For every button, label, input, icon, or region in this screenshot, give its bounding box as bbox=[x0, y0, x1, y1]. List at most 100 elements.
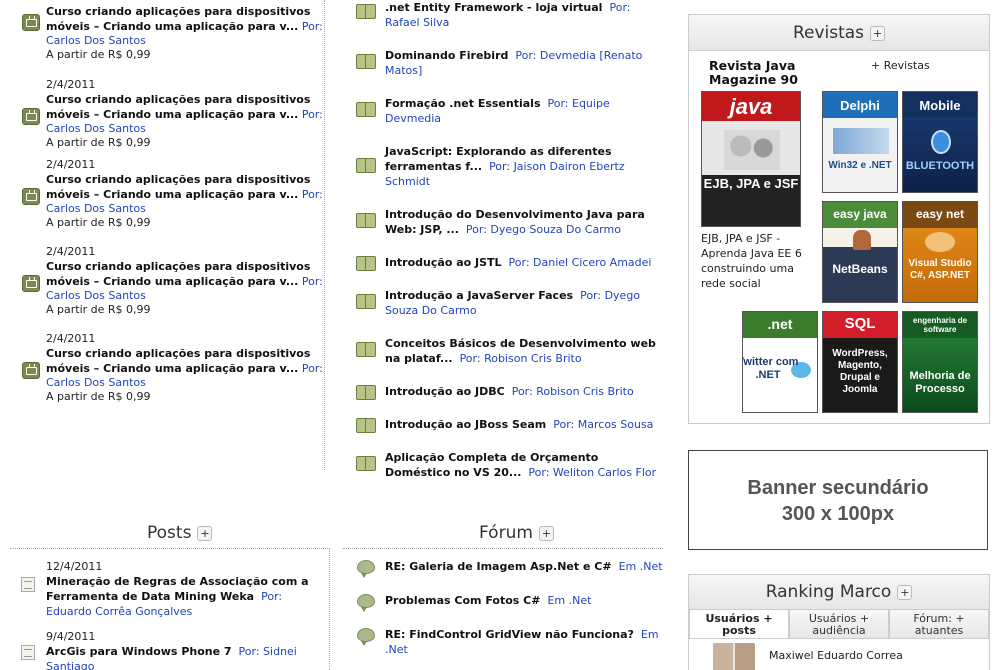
forum-area[interactable]: Em .Net bbox=[547, 594, 591, 607]
course-title[interactable]: Curso criando aplicações para dispositiv… bbox=[46, 347, 310, 375]
article-author[interactable]: Por: Weliton Carlos Flor bbox=[528, 466, 656, 479]
list-item: 2/4/2011 Curso criando aplicações para d… bbox=[10, 70, 324, 157]
author-label: Por: bbox=[301, 188, 323, 201]
forum-plus-button[interactable]: + bbox=[538, 525, 554, 541]
video-icon bbox=[22, 275, 40, 292]
forum-list: RE: Galeria de Imagem Asp.Net e C# Em .N… bbox=[343, 548, 663, 670]
cover-headline: Melhoria de Processo bbox=[909, 370, 971, 395]
secondary-banner[interactable]: Banner secundário 300 x 100px bbox=[688, 450, 988, 550]
magazine-cover-mobile[interactable]: Mobile BLUETOOTH bbox=[902, 91, 978, 193]
article-author[interactable]: Por: Robison Cris Brito bbox=[512, 385, 634, 398]
speech-bubble-icon bbox=[357, 594, 375, 612]
book-icon bbox=[356, 385, 376, 400]
article-title[interactable]: Formação .net Essentials bbox=[385, 97, 541, 110]
cover-brand: easy java bbox=[833, 207, 887, 221]
list-item: Introdução ao JBoss Seam Por: Marcos Sou… bbox=[343, 417, 663, 450]
article-title[interactable]: .net Entity Framework - loja virtual bbox=[385, 1, 602, 14]
price: A partir de R$ 0,99 bbox=[46, 216, 151, 229]
video-icon bbox=[22, 108, 40, 125]
forum-topic-title[interactable]: Problemas Com Fotos C# bbox=[385, 594, 540, 607]
list-item: Problemas Com Fotos C# Em .Net bbox=[343, 584, 663, 618]
avatar bbox=[713, 643, 755, 670]
ranking-plus-button[interactable]: + bbox=[897, 584, 913, 600]
tab-usuarios-audiencia[interactable]: Usuários + audiência bbox=[789, 609, 889, 638]
magazine-cover-easy-java[interactable]: easy java NetBeans bbox=[822, 201, 898, 303]
date: 2/4/2011 bbox=[46, 245, 96, 258]
article-title[interactable]: Introdução ao JSTL bbox=[385, 256, 502, 269]
book-icon bbox=[356, 342, 376, 357]
list-item: JavaScript: Explorando as diferentes fer… bbox=[343, 144, 663, 207]
forum-area[interactable]: Em .Net bbox=[619, 560, 663, 573]
cover-brand: java bbox=[729, 94, 773, 119]
magazine-cover-sql[interactable]: SQL WordPress, Magento, Drupal e Joomla bbox=[822, 311, 898, 413]
featured-magazine-description: EJB, JPA e JSF - Aprenda Java EE 6 const… bbox=[701, 232, 802, 290]
forum-section-header: Fórum + bbox=[479, 523, 554, 543]
banner-line-1: Banner secundário bbox=[747, 477, 929, 499]
cover-brand: .net bbox=[767, 316, 793, 332]
article-title[interactable]: Introdução ao JBoss Seam bbox=[385, 418, 546, 431]
forum-topic-title[interactable]: RE: FindControl GridView não Funciona? bbox=[385, 628, 634, 641]
magazine-cover-dotnet[interactable]: .net Twitter com .NET bbox=[742, 311, 818, 413]
author-label: Por: bbox=[301, 362, 323, 375]
speech-bubble-icon bbox=[357, 628, 375, 646]
tab-usuarios-posts[interactable]: Usuários + posts bbox=[689, 609, 789, 638]
cover-illustration bbox=[724, 130, 780, 170]
author-label: Por: bbox=[301, 275, 323, 288]
posts-list: 12/4/2011 Mineração de Regras de Associa… bbox=[10, 548, 330, 670]
posts-section-header: Posts + bbox=[147, 523, 213, 543]
magazine-cover-easy-net[interactable]: easy net Visual Studio C#, ASP.NET bbox=[902, 201, 978, 303]
list-item: Introdução a JavaServer Faces Por: Dyego… bbox=[343, 288, 663, 336]
date: 9/4/2011 bbox=[46, 630, 96, 643]
author-label: Por: bbox=[301, 20, 323, 33]
date: 12/4/2011 bbox=[46, 560, 103, 573]
article-author[interactable]: Por: Daniel Cicero Amadei bbox=[509, 256, 652, 269]
author-link[interactable]: Carlos Dos Santos bbox=[46, 122, 146, 135]
video-icon bbox=[22, 14, 40, 31]
magazine-cover-java[interactable]: java EJB, JPA e JSF bbox=[701, 91, 801, 227]
article-author[interactable]: Por: Dyego Souza Do Carmo bbox=[466, 223, 621, 236]
posts-plus-button[interactable]: + bbox=[197, 525, 213, 541]
tab-forum-atuantes[interactable]: Fórum: + atuantes bbox=[889, 609, 989, 638]
article-author[interactable]: Por: Robison Cris Brito bbox=[460, 352, 582, 365]
cover-brand: engenharia de software bbox=[912, 316, 968, 334]
forum-topic-title[interactable]: RE: Galeria de Imagem Asp.Net e C# bbox=[385, 560, 612, 573]
video-courses-list: Curso criando aplicações para dispositiv… bbox=[10, 0, 325, 470]
list-item: 9/4/2011 ArcGis para Windows Phone 7 Por… bbox=[10, 621, 329, 670]
magazine-cover-delphi[interactable]: Delphi Win32 e .NET bbox=[822, 91, 898, 193]
author-link[interactable]: Carlos Dos Santos bbox=[46, 202, 146, 215]
author-link[interactable]: Carlos Dos Santos bbox=[46, 34, 146, 47]
video-icon bbox=[22, 362, 40, 379]
article-title[interactable]: Introdução ao JDBC bbox=[385, 385, 505, 398]
article-author[interactable]: Por: Marcos Sousa bbox=[553, 418, 653, 431]
author-link[interactable]: Carlos Dos Santos bbox=[46, 376, 146, 389]
video-icon bbox=[22, 188, 40, 205]
cover-brand: easy net bbox=[915, 207, 965, 221]
course-title[interactable]: Curso criando aplicações para dispositiv… bbox=[46, 173, 310, 201]
course-title[interactable]: Curso criando aplicações para dispositiv… bbox=[46, 5, 310, 33]
course-title[interactable]: Curso criando aplicações para dispositiv… bbox=[46, 260, 310, 288]
list-item: Introdução ao JDBC Por: Robison Cris Bri… bbox=[343, 384, 663, 417]
speech-bubble-icon bbox=[357, 560, 375, 578]
course-title[interactable]: Curso criando aplicações para dispositiv… bbox=[46, 93, 310, 121]
book-icon bbox=[356, 418, 376, 433]
magazine-cover-engenharia[interactable]: engenharia de software Melhoria de Proce… bbox=[902, 311, 978, 413]
article-title[interactable]: Dominando Firebird bbox=[385, 49, 508, 62]
book-icon bbox=[356, 256, 376, 271]
post-title[interactable]: ArcGis para Windows Phone 7 bbox=[46, 645, 232, 658]
ranking-row[interactable]: Maxiwel Eduardo Correa bbox=[689, 639, 989, 670]
book-icon bbox=[356, 54, 376, 69]
ranking-user-name[interactable]: Maxiwel Eduardo Correa bbox=[769, 649, 903, 662]
list-item: 2/4/2011 Curso criando aplicações para d… bbox=[10, 331, 324, 418]
date: 2/4/2011 bbox=[46, 158, 96, 171]
cover-headline: Visual Studio C#, ASP.NET bbox=[908, 258, 972, 281]
price: A partir de R$ 0,99 bbox=[46, 303, 151, 316]
more-revistas-link[interactable]: + Revistas bbox=[871, 59, 930, 72]
date: 2/4/2011 bbox=[46, 332, 96, 345]
author-label: Por: bbox=[301, 108, 323, 121]
article-title[interactable]: Introdução a JavaServer Faces bbox=[385, 289, 573, 302]
featured-magazine-title[interactable]: Revista Java Magazine 90 bbox=[709, 59, 809, 87]
author-link[interactable]: Carlos Dos Santos bbox=[46, 289, 146, 302]
list-item: Dominando Firebird Por: Devmedia [Renato… bbox=[343, 48, 663, 96]
book-icon bbox=[356, 158, 376, 173]
revistas-plus-button[interactable]: + bbox=[870, 25, 886, 41]
